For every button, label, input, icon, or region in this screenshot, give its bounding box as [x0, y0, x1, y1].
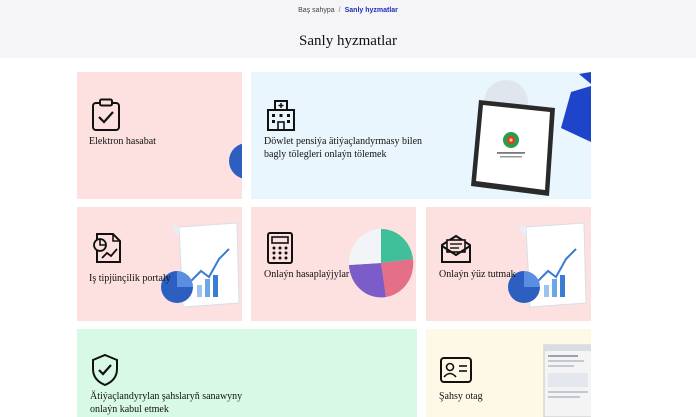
building-icon [267, 100, 295, 131]
card-label: Iş tipjünçilik portaly [89, 273, 171, 284]
service-card-pension-payments[interactable]: Döwlet pensiýa ätiýaçlandyrmasy bilen ba… [251, 72, 591, 199]
service-card-online-appeal[interactable]: Onlaýn ýüz tutmak [426, 207, 591, 321]
service-card-insured-persons-list[interactable]: Ätiýaçlandyrylan şahslaryň sanawyny onla… [77, 329, 417, 417]
card-label-line2: onlaýn kabul etmek [90, 404, 169, 415]
breadcrumb-current: Sanly hyzmatlar [344, 7, 398, 14]
card-label-line2: bagly tölegleri onlaýn tölemek [264, 149, 387, 160]
service-card-business-portal[interactable]: Iş tipjünçilik portaly [77, 207, 242, 321]
page-title: Sanly hyzmatlar [299, 33, 397, 49]
document-chart-icon [93, 233, 121, 263]
breadcrumb-separator: / [338, 7, 341, 14]
id-card-icon [440, 357, 472, 383]
tablet-illustration [471, 72, 591, 196]
pie-chart-illustration [348, 228, 414, 298]
card-label: Onlaýn ýüz tutmak [439, 269, 516, 280]
breadcrumb: Baş sahypa / Sanly hyzmatlar [0, 7, 696, 14]
breadcrumb-home[interactable]: Baş sahypa [298, 7, 335, 14]
screen-illustration [543, 344, 591, 417]
report-illustration [229, 143, 242, 179]
card-label: Ätiýaçlandyrylan şahslaryň sanawyny onla… [90, 390, 242, 416]
card-label: Döwlet pensiýa ätiýaçlandyrmasy bilen ba… [264, 135, 422, 161]
emblem-icon [503, 132, 519, 148]
shield-check-icon [92, 353, 118, 387]
card-label-line1: Ätiýaçlandyrylan şahslaryň sanawyny [90, 391, 243, 402]
card-label-line1: Döwlet pensiýa ätiýaçlandyrmasy bilen [264, 136, 423, 147]
report-illustration [508, 222, 587, 308]
service-card-personal-account[interactable]: Şahsy otag [426, 329, 591, 417]
clipboard-check-icon [92, 98, 120, 131]
calculator-icon [267, 232, 293, 264]
card-label: Onlaýn hasaplaýjylar [264, 269, 350, 280]
envelope-icon [441, 234, 471, 263]
card-label: Elektron hasabat [89, 136, 156, 147]
service-card-online-calculators[interactable]: Onlaýn hasaplaýjylar [251, 207, 416, 321]
card-label: Şahsy otag [439, 391, 483, 402]
report-illustration [161, 222, 240, 308]
service-card-electronic-report[interactable]: Elektron hasabat [77, 72, 242, 199]
